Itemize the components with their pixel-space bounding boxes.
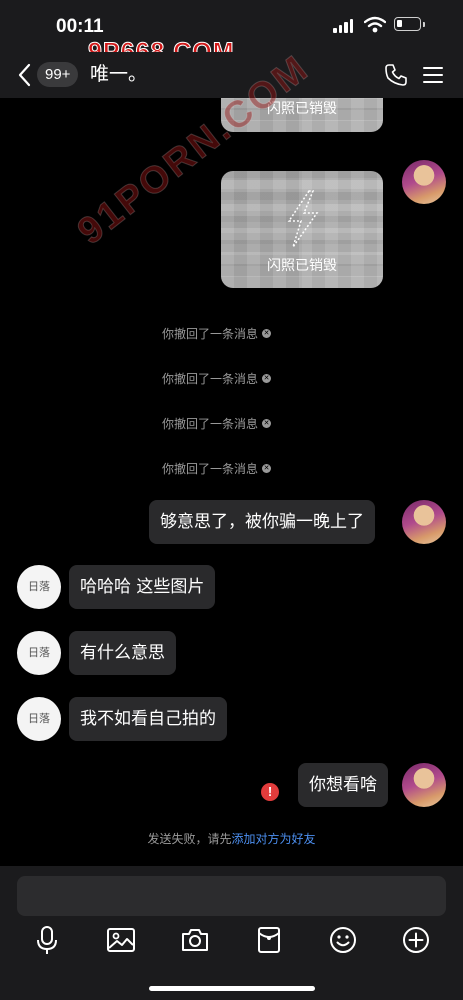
- contact-avatar[interactable]: 日落: [17, 697, 61, 741]
- my-avatar[interactable]: [402, 160, 446, 204]
- close-icon[interactable]: ✕: [262, 464, 272, 473]
- plus-icon[interactable]: [401, 925, 431, 955]
- camera-icon[interactable]: [180, 925, 210, 955]
- contact-name[interactable]: 唯一。: [90, 62, 147, 87]
- my-message-bubble[interactable]: 你想看啥: [298, 763, 388, 807]
- add-friend-link[interactable]: 添加对方为好友: [232, 832, 316, 846]
- menu-icon[interactable]: [423, 66, 443, 84]
- recall-notice: 你撤回了一条消息 ✕: [162, 370, 272, 387]
- battery-icon: [394, 17, 425, 31]
- send-failed-notice: 发送失败，请先添加对方为好友: [0, 830, 463, 847]
- contact-message-bubble[interactable]: 我不如看自己拍的: [69, 697, 227, 741]
- recall-notice: 你撤回了一条消息 ✕: [162, 460, 272, 477]
- chevron-left-icon[interactable]: [14, 62, 36, 88]
- contact-avatar[interactable]: 日落: [17, 631, 61, 675]
- contact-avatar-text: 日落: [28, 712, 50, 725]
- my-avatar[interactable]: [402, 500, 446, 544]
- send-failed-icon[interactable]: !: [261, 783, 279, 801]
- signal-icon: [333, 19, 353, 33]
- flash-photo-destroyed[interactable]: 闪照已销毁: [221, 98, 383, 132]
- home-indicator[interactable]: [149, 986, 315, 991]
- send-failed-text: 发送失败，请先: [147, 832, 232, 846]
- close-icon[interactable]: ✕: [262, 419, 272, 428]
- phone-icon[interactable]: [384, 63, 408, 87]
- contact-avatar-text: 日落: [28, 646, 50, 659]
- image-icon[interactable]: [106, 925, 136, 955]
- contact-avatar-text: 日落: [28, 580, 50, 593]
- my-avatar[interactable]: [402, 763, 446, 807]
- recall-notice: 你撤回了一条消息 ✕: [162, 415, 272, 432]
- recall-text: 你撤回了一条消息: [162, 327, 259, 341]
- unread-badge[interactable]: 99+: [37, 62, 79, 87]
- chat-header: 99+ 唯一。: [0, 52, 463, 98]
- red-packet-icon[interactable]: [254, 925, 284, 955]
- flash-photo-label: 闪照已销毁: [267, 101, 337, 117]
- microphone-icon[interactable]: [32, 925, 62, 955]
- contact-message-bubble[interactable]: 有什么意思: [69, 631, 176, 675]
- message-input[interactable]: [17, 876, 446, 916]
- contact-message-bubble[interactable]: 哈哈哈 这些图片: [69, 565, 216, 609]
- recall-text: 你撤回了一条消息: [162, 462, 259, 476]
- contact-avatar[interactable]: 日落: [17, 565, 61, 609]
- flash-photo-label: 闪照已销毁: [267, 258, 337, 274]
- wifi-icon: [364, 16, 386, 33]
- input-panel: [0, 866, 463, 1000]
- recall-notice: 你撤回了一条消息 ✕: [162, 325, 272, 342]
- flash-photo-destroyed[interactable]: 闪照已销毁: [221, 171, 383, 288]
- flash-bolt-icon: [287, 190, 319, 248]
- close-icon[interactable]: ✕: [262, 329, 272, 338]
- recall-text: 你撤回了一条消息: [162, 372, 259, 386]
- status-time: 00:11: [56, 16, 104, 37]
- emoji-icon[interactable]: [328, 925, 358, 955]
- my-message-bubble[interactable]: 够意思了，被你骗一晚上了: [149, 500, 375, 544]
- recall-text: 你撤回了一条消息: [162, 417, 259, 431]
- close-icon[interactable]: ✕: [262, 374, 272, 383]
